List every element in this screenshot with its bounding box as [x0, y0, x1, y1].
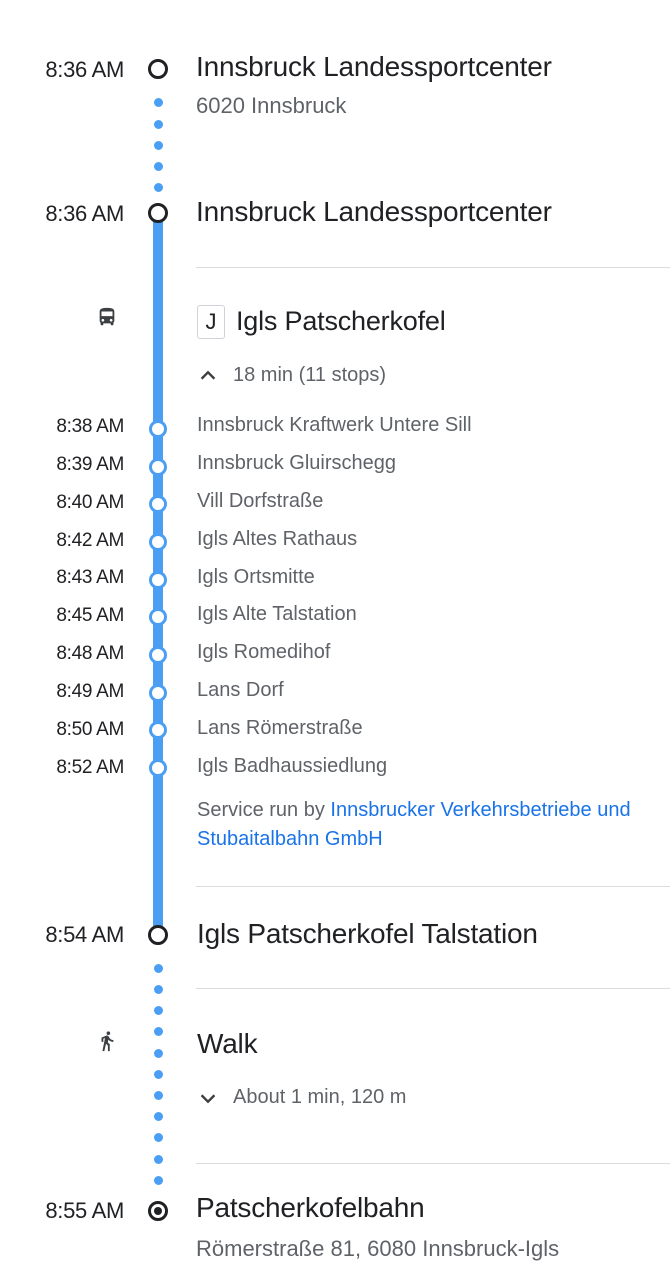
stop-time: 8:48 AM	[56, 643, 124, 664]
stop-name[interactable]: Innsbruck Gluirschegg	[197, 452, 396, 475]
stop-time: 8:52 AM	[56, 757, 124, 778]
stop-name[interactable]: Igls Badhaussiedlung	[197, 755, 387, 778]
stop-marker	[149, 420, 167, 438]
destination-name[interactable]: Patscherkofelbahn	[196, 1192, 425, 1224]
walk-dot	[154, 120, 163, 129]
stop-name[interactable]: Lans Römerstraße	[197, 717, 363, 740]
route-headsign: Igls Patscherkofel	[236, 306, 446, 336]
divider	[196, 1163, 670, 1164]
divider	[196, 988, 670, 989]
walk-dot	[154, 1155, 163, 1164]
chevron-up-icon	[200, 370, 216, 380]
walk-icon	[96, 1029, 118, 1053]
destination-address: Römerstraße 81, 6080 Innsbruck-Igls	[196, 1236, 560, 1261]
alight-time: 8:54 AM	[45, 922, 124, 947]
walk-dot	[154, 98, 163, 107]
walk-toggle[interactable]: About 1 min, 120 m	[197, 1086, 406, 1109]
walk-dot	[154, 1049, 163, 1058]
stop-time: 8:50 AM	[56, 719, 124, 740]
origin-address: 6020 Innsbruck	[196, 93, 347, 118]
stop-name[interactable]: Igls Romedihof	[197, 641, 330, 664]
walk-dot	[154, 1070, 163, 1079]
walk-dot	[154, 1006, 163, 1015]
stop-name[interactable]: Vill Dorfstraße	[197, 490, 323, 513]
chevron-down-icon	[200, 1093, 216, 1103]
walk-dot	[154, 1176, 163, 1185]
service-prefix: Service run by	[197, 799, 331, 821]
stop-marker	[149, 646, 167, 664]
alight-marker	[148, 925, 168, 945]
walk-dot	[154, 162, 163, 171]
stop-time: 8:42 AM	[56, 530, 124, 551]
stop-marker	[149, 533, 167, 551]
destination-time: 8:55 AM	[45, 1198, 124, 1223]
walk-label: Walk	[197, 1028, 258, 1059]
origin-time: 8:36 AM	[45, 57, 124, 82]
stop-time: 8:38 AM	[56, 416, 124, 437]
walk-dot	[154, 1112, 163, 1121]
board-stop-name[interactable]: Innsbruck Landessportcenter	[196, 196, 552, 228]
divider	[196, 886, 670, 887]
walk-dot	[154, 141, 163, 150]
stop-marker	[149, 608, 167, 626]
walk-dot	[154, 964, 163, 973]
stop-marker	[149, 721, 167, 739]
stop-name[interactable]: Lans Dorf	[197, 679, 284, 702]
stop-name[interactable]: Igls Alte Talstation	[197, 603, 357, 626]
walk-dot	[154, 1091, 163, 1100]
stop-name[interactable]: Igls Ortsmitte	[197, 566, 315, 589]
stop-marker	[149, 458, 167, 476]
stop-time: 8:49 AM	[56, 681, 124, 702]
bus-icon	[96, 306, 118, 328]
walk-dot	[154, 1027, 163, 1036]
stop-marker	[149, 571, 167, 589]
walk-dot	[154, 1133, 163, 1142]
stop-marker	[149, 495, 167, 513]
stop-name[interactable]: Innsbruck Kraftwerk Untere Sill	[197, 414, 472, 437]
alight-stop-name[interactable]: Igls Patscherkofel Talstation	[197, 918, 538, 950]
walk-dot	[154, 985, 163, 994]
divider	[196, 267, 670, 268]
destination-marker	[148, 1201, 168, 1221]
service-info: Service run by Innsbrucker Verkehrsbetri…	[197, 796, 667, 854]
stop-time: 8:39 AM	[56, 454, 124, 475]
board-time: 8:36 AM	[45, 201, 124, 226]
stop-name[interactable]: Igls Altes Rathaus	[197, 528, 357, 551]
stops-summary: 18 min (11 stops)	[233, 364, 387, 386]
origin-marker	[148, 59, 168, 79]
stops-toggle[interactable]: 18 min (11 stops)	[197, 364, 386, 387]
board-marker	[148, 203, 168, 223]
walk-summary: About 1 min, 120 m	[233, 1086, 407, 1108]
route-badge: J	[197, 305, 225, 339]
stop-time: 8:43 AM	[56, 567, 124, 588]
stop-time: 8:40 AM	[56, 492, 124, 513]
origin-name[interactable]: Innsbruck Landessportcenter	[196, 51, 552, 83]
stop-time: 8:45 AM	[56, 605, 124, 626]
stop-marker	[149, 684, 167, 702]
walk-dot	[154, 183, 163, 192]
stop-marker	[149, 759, 167, 777]
